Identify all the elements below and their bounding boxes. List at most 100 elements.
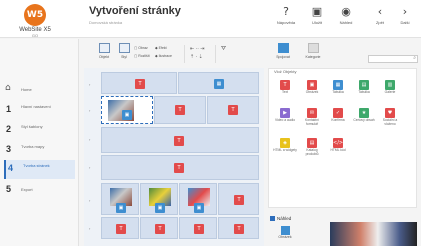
object-image[interactable]: ▣ Obrázek bbox=[300, 80, 324, 95]
image-object-icon: ▣ bbox=[122, 110, 132, 120]
object-icon bbox=[98, 43, 110, 53]
grid-cell[interactable]: ▣ bbox=[140, 183, 178, 215]
save-button[interactable]: ▣ Uložit bbox=[306, 5, 328, 35]
header-bar: W5 WebSite X5 GO Vytvoření stránky Domov… bbox=[0, 0, 421, 38]
sidebar-item-map[interactable]: 3 Tvorba mapy bbox=[4, 141, 75, 160]
home-icon: ⌂ bbox=[5, 83, 11, 93]
sidebar-item-label: Hlavní nastavení bbox=[21, 104, 51, 109]
category-button[interactable]: Kategorie bbox=[305, 43, 321, 59]
object-label: Tabulka bbox=[358, 90, 370, 94]
text-object-icon: T bbox=[174, 163, 184, 173]
checkbox-checked-icon bbox=[270, 216, 275, 222]
grid-cell[interactable]: T bbox=[101, 155, 259, 180]
object-contact-form[interactable]: ✉ Kontaktní formulář bbox=[300, 108, 324, 126]
sidebar-item-main-settings[interactable]: 1 Hlavní nastavení bbox=[4, 101, 75, 120]
back-icon: ‹ bbox=[377, 5, 383, 18]
object-gallery[interactable]: ▥ Galerie bbox=[378, 80, 402, 95]
object-label: Text bbox=[281, 90, 289, 94]
grid-cell[interactable]: T bbox=[101, 72, 177, 94]
category-icon bbox=[307, 43, 319, 53]
panel-title: Vlož Objekty bbox=[274, 69, 297, 74]
step-number: 3 bbox=[6, 144, 12, 154]
sidebar-item-export[interactable]: 5 Export bbox=[4, 181, 75, 200]
text-object-icon: T bbox=[234, 224, 244, 234]
next-button[interactable]: › Další bbox=[394, 5, 416, 35]
search-input[interactable]: ⌕ bbox=[368, 55, 418, 63]
text-object-icon: T bbox=[174, 136, 184, 146]
resolve-option[interactable]: ▢ Rozlišit bbox=[134, 54, 150, 58]
image-object-icon: ▣ bbox=[116, 203, 126, 213]
row-arrow-icon: › bbox=[89, 108, 91, 113]
preview-thumbnail bbox=[330, 222, 417, 246]
widget-icon: ◈ bbox=[280, 138, 290, 148]
object-social[interactable]: ♥ Sociální a vloženo bbox=[378, 108, 402, 126]
grid-cell[interactable]: ▣ bbox=[101, 183, 139, 215]
filter-icon[interactable]: ⛛ bbox=[221, 46, 226, 53]
preview-button[interactable]: ◉ Náhled bbox=[335, 5, 357, 35]
grid-cell[interactable]: T bbox=[179, 217, 217, 239]
object-product-catalog[interactable]: ▤ Katalog produktů bbox=[300, 138, 324, 156]
illustration-option[interactable]: ◆ Ilustrace bbox=[155, 54, 172, 58]
text-object-icon: T bbox=[155, 224, 165, 234]
grid-cell[interactable]: ▣ bbox=[179, 183, 217, 215]
grid-cell[interactable]: T bbox=[154, 96, 206, 124]
grid-cell[interactable]: T bbox=[101, 127, 259, 153]
sidebar-item-label: Export bbox=[21, 187, 33, 192]
preview-image-button[interactable]: Obrázek bbox=[278, 226, 292, 239]
object-label: Certový obsah bbox=[353, 118, 375, 122]
row-arrow-icon: › bbox=[89, 137, 91, 142]
object-certified-content[interactable]: ★ Certový obsah bbox=[352, 108, 376, 123]
link-button[interactable]: Spojovat bbox=[275, 43, 291, 59]
grid-cell[interactable]: T bbox=[218, 183, 259, 215]
effect-option[interactable]: ◆ Efekt bbox=[155, 46, 167, 50]
style-button[interactable]: Styl bbox=[116, 43, 132, 59]
resolve-option-label: Rozlišit bbox=[138, 54, 150, 58]
object-label: Galerie bbox=[384, 90, 396, 94]
text-object-icon: T bbox=[228, 105, 238, 115]
object-video[interactable]: ▶ Video a audio bbox=[273, 108, 297, 123]
sidebar-item-template-style[interactable]: 2 Styl šablony bbox=[4, 121, 75, 140]
object-label: Tabulka bbox=[332, 90, 344, 94]
image-option[interactable]: ▢ Obraz bbox=[134, 46, 148, 50]
object-text[interactable]: T Text bbox=[273, 80, 297, 95]
gallery-icon: ▥ bbox=[385, 80, 395, 90]
object-label: Objekt bbox=[98, 55, 110, 59]
next-label: Další bbox=[400, 20, 410, 25]
help-button[interactable]: ? Nápověda bbox=[275, 5, 297, 35]
save-icon: ▣ bbox=[311, 5, 323, 18]
text-object-icon: T bbox=[175, 105, 185, 115]
back-button[interactable]: ‹ Zpět bbox=[369, 5, 391, 35]
object-table[interactable]: ▦ Tabulka bbox=[326, 80, 350, 95]
grid-cell-selected[interactable]: ▣ bbox=[101, 96, 153, 124]
form-icon: ✉ bbox=[307, 108, 317, 118]
sidebar-item-home[interactable]: ⌂ Home bbox=[4, 81, 75, 100]
text-object-icon: T bbox=[194, 224, 204, 234]
sidebar-item-pages[interactable]: 4 Tvorba stránek bbox=[4, 160, 75, 179]
sidebar: ⌂ Home 1 Hlavní nastavení 2 Styl šablony… bbox=[0, 39, 79, 246]
link-label: Spojovat bbox=[276, 55, 290, 59]
align-tools-secondary[interactable]: ⇡ · ⇣ bbox=[190, 54, 203, 60]
grid-cell[interactable]: T bbox=[207, 96, 259, 124]
object-html-code[interactable]: </> HTML kód bbox=[326, 138, 350, 153]
konfirma-icon: ✓ bbox=[333, 108, 343, 118]
save-label: Uložit bbox=[311, 20, 322, 25]
row-arrow-icon: › bbox=[89, 165, 91, 170]
code-icon: </> bbox=[333, 138, 344, 148]
preview-checkbox-label: Náhled bbox=[277, 216, 292, 221]
preview-checkbox[interactable]: Náhled bbox=[270, 216, 292, 222]
toolbar-divider bbox=[184, 45, 185, 63]
grid-cell[interactable]: T bbox=[101, 217, 139, 239]
align-tools[interactable]: ⇤ ·· ⇥ bbox=[190, 46, 205, 52]
image-icon: ▣ bbox=[307, 80, 317, 90]
grid-cell[interactable]: ▦ bbox=[178, 72, 259, 94]
object-html-widgets[interactable]: ◈ HTML a widgety bbox=[273, 138, 297, 153]
next-icon: › bbox=[402, 5, 408, 18]
preview-label: Náhled bbox=[339, 20, 353, 25]
text-object-icon: T bbox=[116, 224, 126, 234]
catalog-icon: ▤ bbox=[307, 138, 317, 148]
object-konfirma[interactable]: ✓ Konfirma bbox=[326, 108, 350, 123]
grid-cell[interactable]: T bbox=[218, 217, 259, 239]
object-table-2[interactable]: ▤ Tabulka bbox=[352, 80, 376, 95]
object-button[interactable]: Objekt bbox=[96, 43, 112, 59]
grid-cell[interactable]: T bbox=[140, 217, 178, 239]
